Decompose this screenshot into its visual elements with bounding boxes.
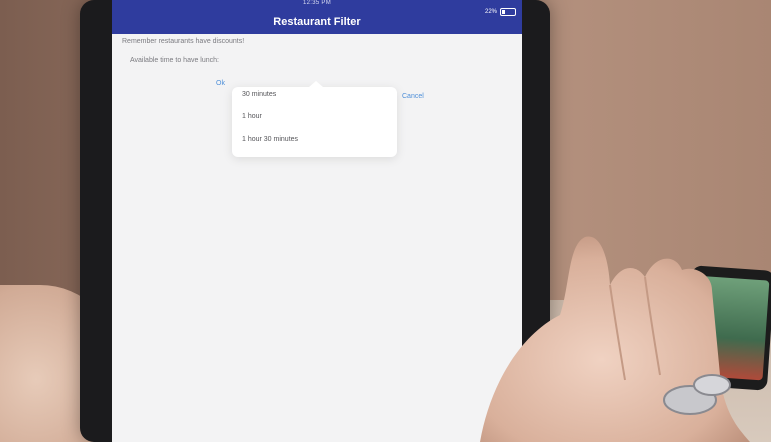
discounts-label[interactable]: Remember restaurants have discounts! <box>122 38 244 45</box>
page-title: Restaurant Filter <box>273 16 361 28</box>
status-time: 12:35 PM <box>302 0 332 6</box>
battery-percent: 22% <box>484 9 497 15</box>
battery-icon <box>500 8 516 16</box>
right-hand <box>480 236 750 442</box>
option-1-hour-30-minutes[interactable]: 1 hour 30 minutes <box>242 136 298 143</box>
navigation-bar: 12:35 PM Restaurant Filter 22% <box>112 0 522 34</box>
battery-indicator: 22% <box>485 8 516 16</box>
lunch-time-label[interactable]: Available time to have lunch: <box>130 57 219 64</box>
option-30-minutes[interactable]: 30 minutes <box>242 91 276 98</box>
cancel-button[interactable]: Cancel <box>402 93 424 100</box>
option-1-hour[interactable]: 1 hour <box>242 113 262 120</box>
time-picker-popover: 30 minutes 1 hour 1 hour 30 minutes <box>232 81 397 157</box>
ok-button[interactable]: Ok <box>216 80 225 87</box>
